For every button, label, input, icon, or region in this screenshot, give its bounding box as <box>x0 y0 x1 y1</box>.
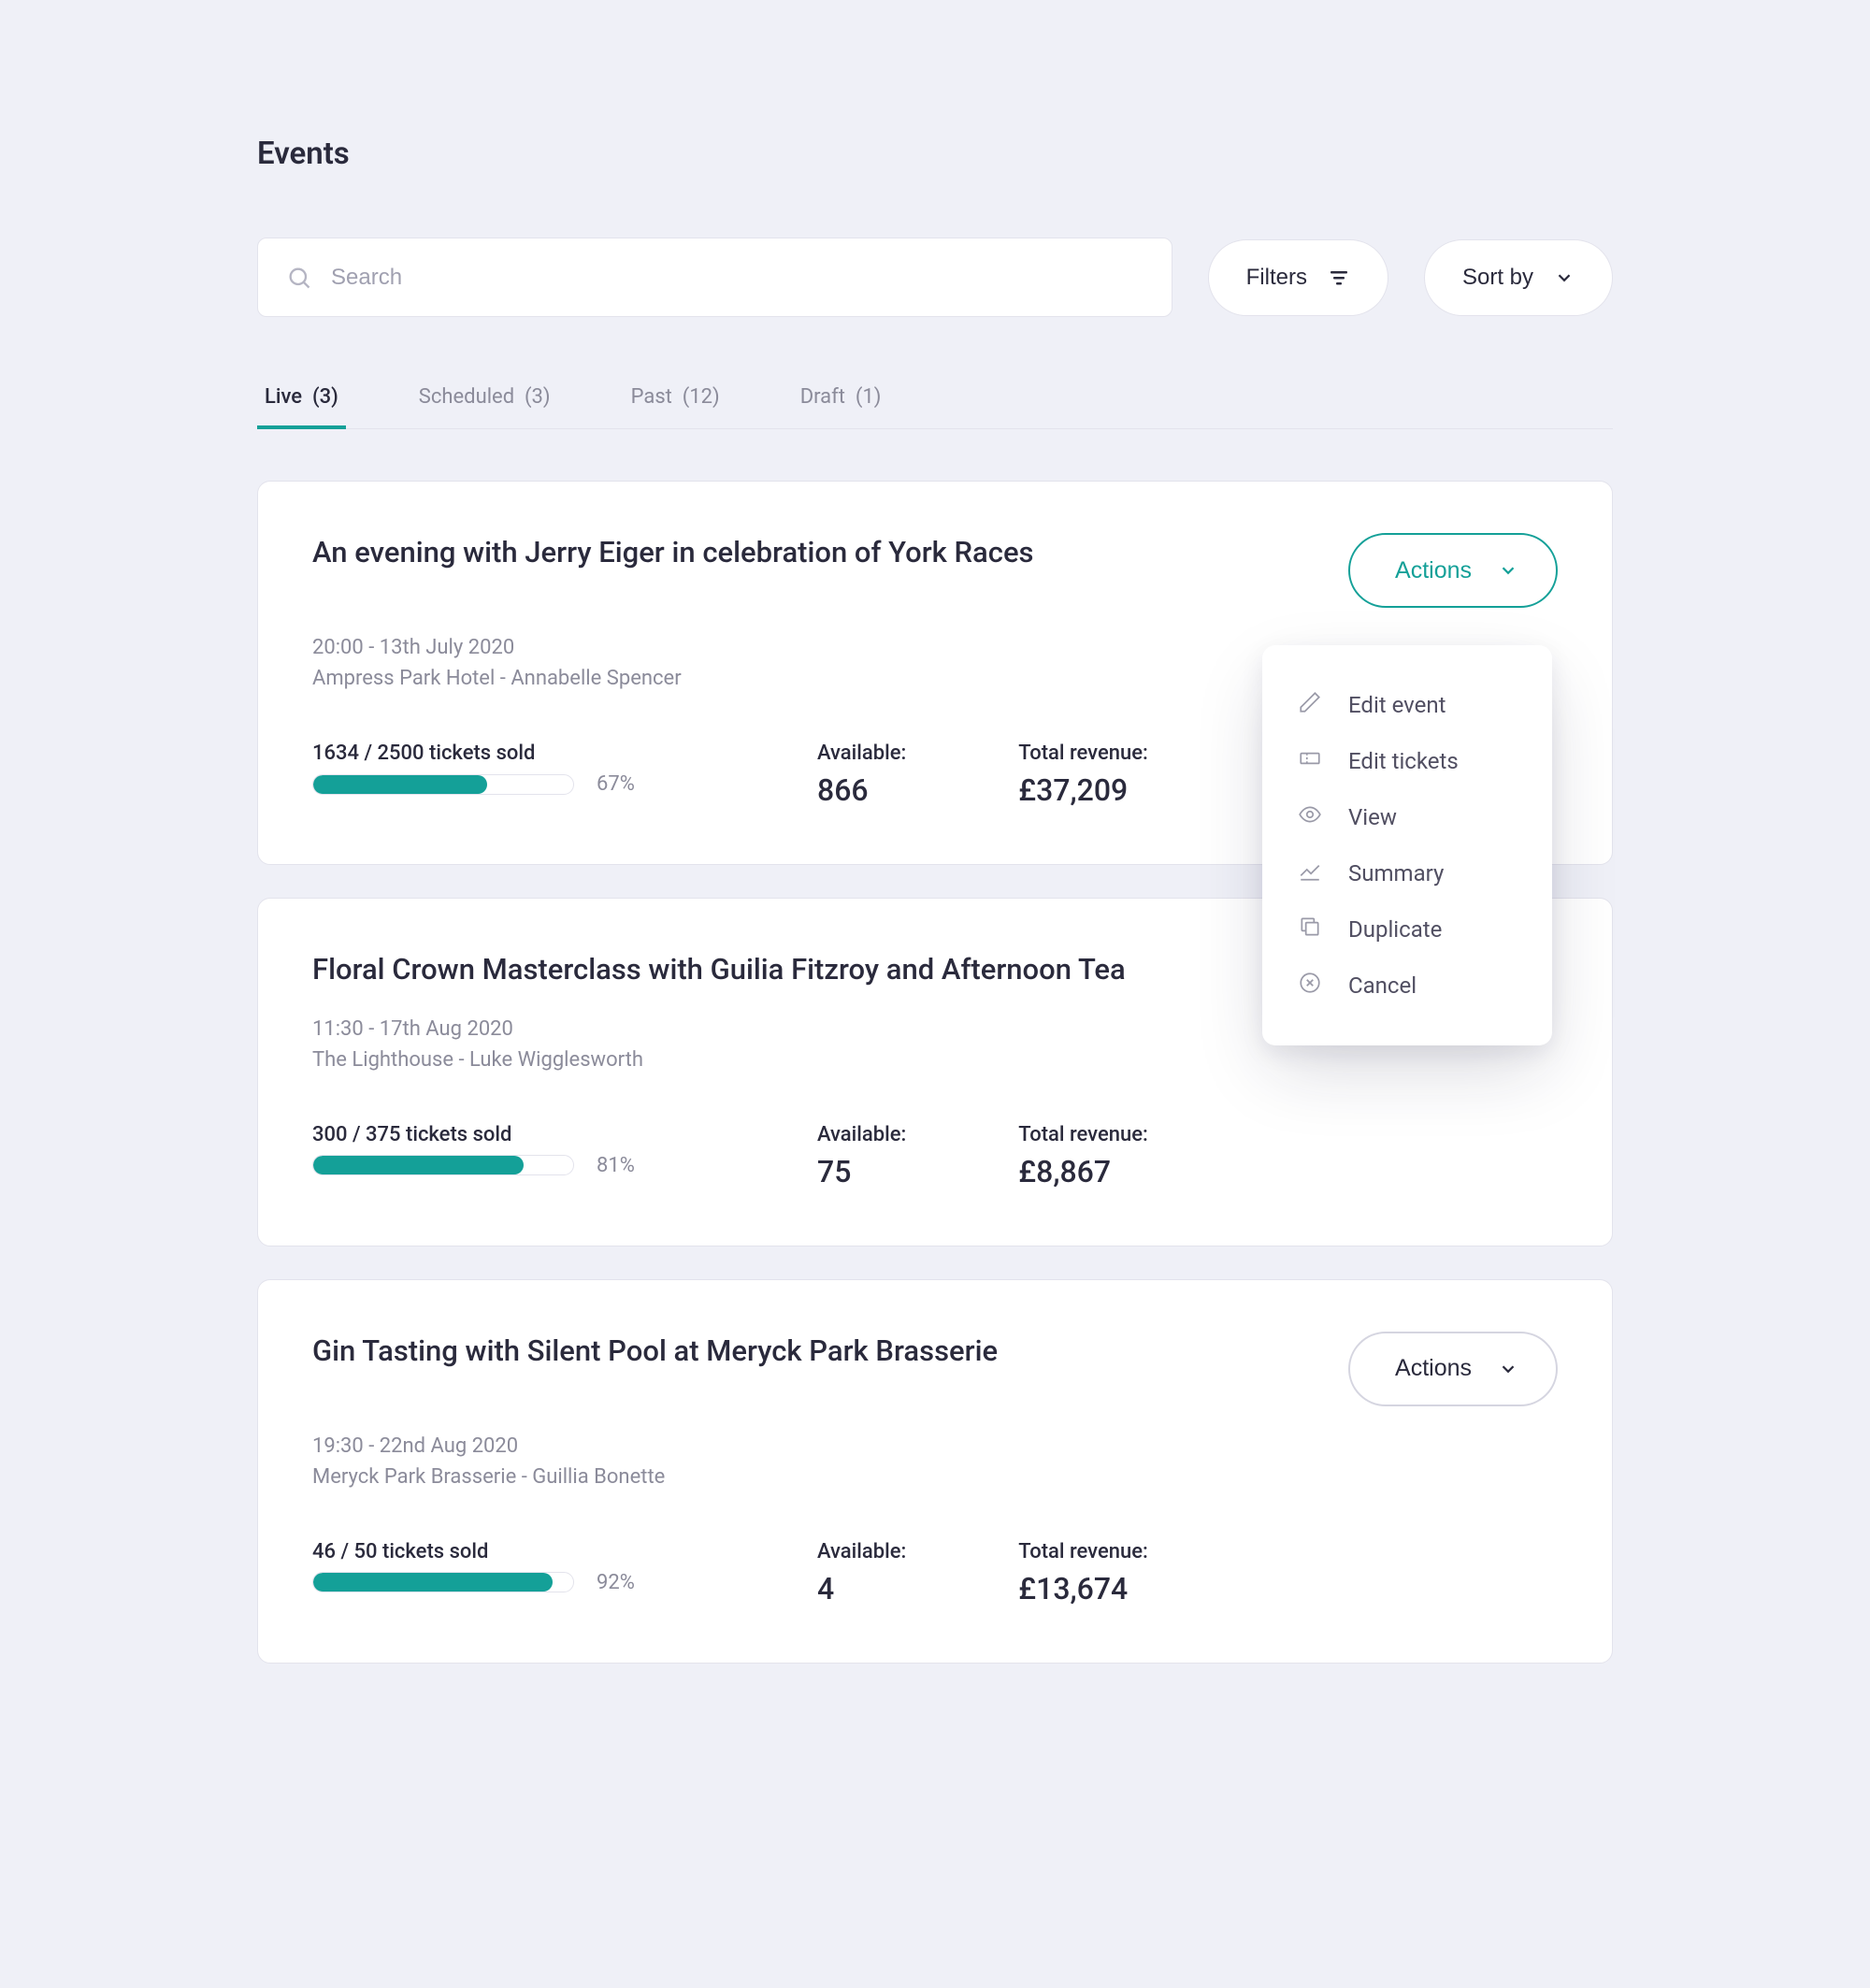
event-venue-host: The Lighthouse - Luke Wigglesworth <box>312 1048 1558 1072</box>
page-title: Events <box>257 136 1613 172</box>
progress-percent: 92% <box>597 1571 635 1594</box>
search-input[interactable] <box>331 265 1144 291</box>
sort-label: Sort by <box>1462 265 1533 291</box>
sort-button[interactable]: Sort by <box>1424 239 1613 316</box>
menu-item-label: Summary <box>1348 860 1444 886</box>
available-value: 4 <box>817 1571 906 1606</box>
progress-bar <box>312 774 574 795</box>
revenue-label: Total revenue: <box>1018 742 1148 765</box>
menu-item-label: Duplicate <box>1348 916 1442 943</box>
chevron-down-icon <box>1498 1359 1518 1379</box>
chevron-down-icon <box>1554 267 1575 288</box>
filter-icon <box>1328 267 1350 289</box>
menu-item-edit-tickets[interactable]: Edit tickets <box>1262 733 1552 789</box>
progress-percent: 81% <box>597 1154 635 1177</box>
revenue-value: £37,209 <box>1018 772 1148 808</box>
menu-item-cancel[interactable]: Cancel <box>1262 958 1552 1014</box>
tab-live[interactable]: Live (3) <box>257 368 346 429</box>
available-label: Available: <box>817 1123 906 1146</box>
events-list: An evening with Jerry Eiger in celebrati… <box>257 481 1613 1664</box>
controls-row: Filters Sort by <box>257 238 1613 317</box>
menu-item-view[interactable]: View <box>1262 789 1552 845</box>
filters-label: Filters <box>1246 265 1307 291</box>
actions-label: Actions <box>1395 557 1472 584</box>
revenue-label: Total revenue: <box>1018 1123 1148 1146</box>
menu-item-label: Edit tickets <box>1348 748 1459 774</box>
progress-percent: 67% <box>597 772 635 796</box>
revenue-label: Total revenue: <box>1018 1540 1148 1563</box>
available-label: Available: <box>817 742 906 765</box>
search-box[interactable] <box>257 238 1172 317</box>
menu-item-label: View <box>1348 804 1397 830</box>
event-title: Gin Tasting with Silent Pool at Meryck P… <box>312 1332 998 1371</box>
cancel-icon <box>1298 971 1322 1001</box>
actions-button[interactable]: Actions <box>1348 1332 1558 1406</box>
filters-button[interactable]: Filters <box>1208 239 1388 316</box>
revenue-value: £8,867 <box>1018 1154 1148 1189</box>
menu-item-edit-event[interactable]: Edit event <box>1262 677 1552 733</box>
tab-draft[interactable]: Draft (1) <box>793 368 889 429</box>
tab-past[interactable]: Past (12) <box>624 368 727 429</box>
menu-item-label: Cancel <box>1348 972 1417 999</box>
tickets-sold-label: 300 / 375 tickets sold <box>312 1123 705 1146</box>
event-venue-host: Meryck Park Brasserie - Guillia Bonette <box>312 1465 1558 1489</box>
event-card: Gin Tasting with Silent Pool at Meryck P… <box>257 1279 1613 1664</box>
ticket-icon <box>1298 746 1322 776</box>
tabs: Live (3) Scheduled (3) Past (12) Draft (1) <box>257 368 1613 429</box>
available-label: Available: <box>817 1540 906 1563</box>
duplicate-icon <box>1298 915 1322 944</box>
pencil-icon <box>1298 690 1322 720</box>
chevron-down-icon <box>1498 560 1518 581</box>
eye-icon <box>1298 802 1322 832</box>
available-value: 75 <box>817 1154 906 1189</box>
actions-menu: Edit event Edit tickets View Summary Duplica… <box>1262 645 1552 1045</box>
actions-button[interactable]: Actions <box>1348 533 1558 608</box>
progress-bar <box>312 1572 574 1592</box>
search-icon <box>286 265 312 291</box>
progress-bar <box>312 1155 574 1175</box>
menu-item-label: Edit event <box>1348 692 1446 718</box>
tickets-sold-label: 46 / 50 tickets sold <box>312 1540 705 1563</box>
menu-item-duplicate[interactable]: Duplicate <box>1262 901 1552 958</box>
revenue-value: £13,674 <box>1018 1571 1148 1606</box>
actions-label: Actions <box>1395 1355 1472 1382</box>
event-title: An evening with Jerry Eiger in celebrati… <box>312 533 1034 572</box>
event-datetime: 19:30 - 22nd Aug 2020 <box>312 1434 1558 1458</box>
menu-item-summary[interactable]: Summary <box>1262 845 1552 901</box>
chart-icon <box>1298 858 1322 888</box>
event-title: Floral Crown Masterclass with Guilia Fit… <box>312 950 1126 989</box>
available-value: 866 <box>817 772 906 808</box>
tickets-sold-label: 1634 / 2500 tickets sold <box>312 742 705 765</box>
tab-scheduled[interactable]: Scheduled (3) <box>411 368 558 429</box>
